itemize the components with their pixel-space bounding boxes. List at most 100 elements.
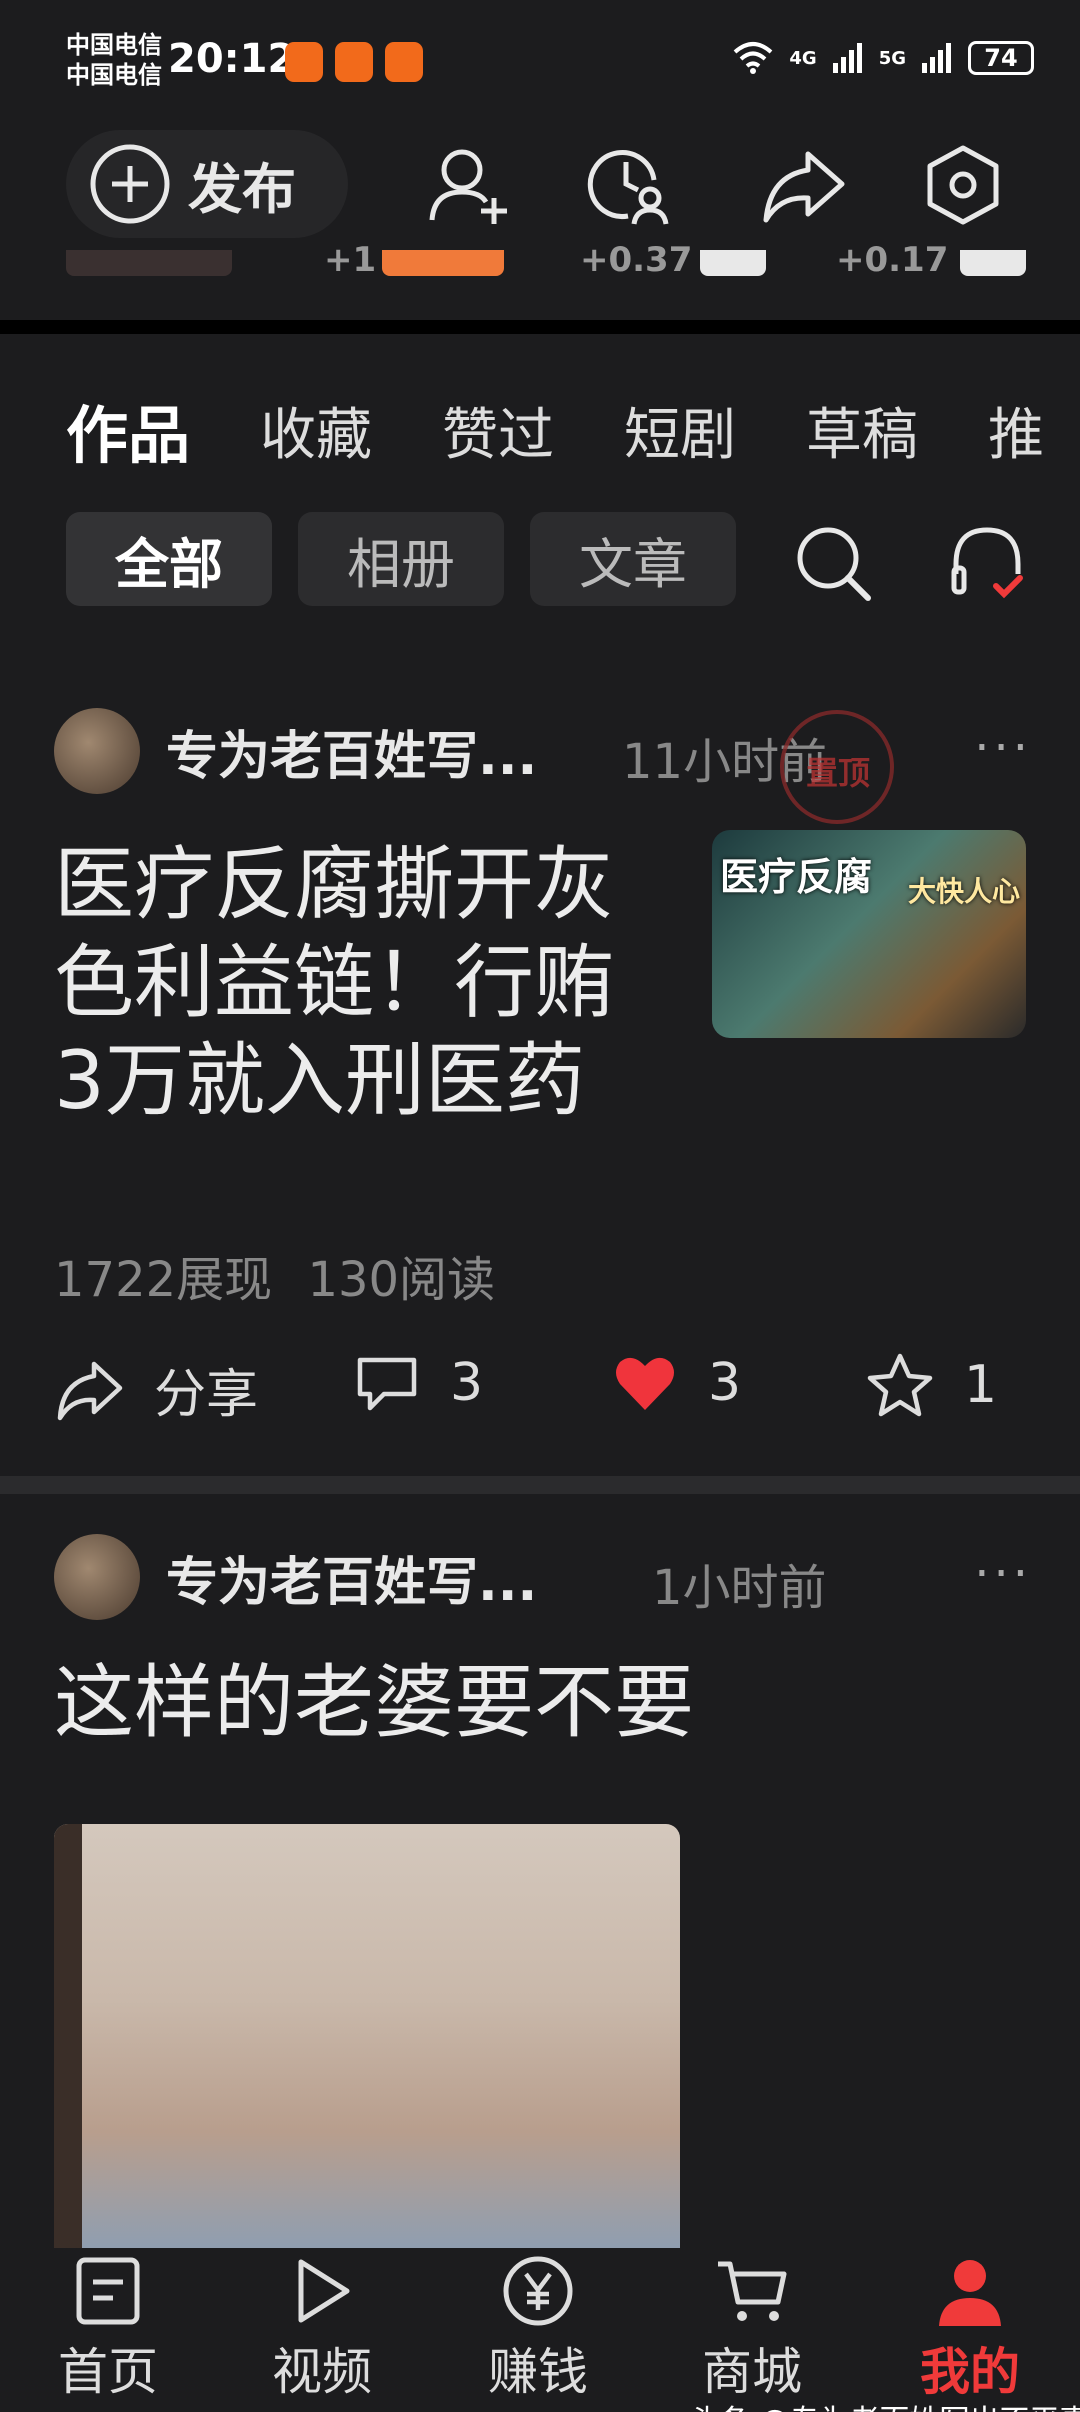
- nav-earn-label: 赚钱: [488, 2343, 588, 2401]
- peek-card: [700, 250, 766, 276]
- comment-count: 3: [450, 1353, 484, 1413]
- filter-chips: 全部 相册 文章: [66, 512, 736, 606]
- earnings-peek-strip: +1 +0.37 +0.17: [0, 240, 1080, 280]
- publish-label: 发布: [188, 157, 296, 221]
- post-title-line: 3万就入刑医药: [54, 1034, 585, 1127]
- post-thumbnail[interactable]: 医疗反腐 大快人心: [712, 830, 1026, 1038]
- peek-card: [960, 250, 1026, 276]
- headset-icon[interactable]: [944, 520, 1030, 606]
- search-icon[interactable]: [790, 520, 876, 606]
- notification-app-badges: [285, 42, 423, 82]
- carrier-1: 中国电信: [66, 31, 162, 59]
- avatar[interactable]: [54, 1534, 140, 1620]
- share-label: 分享: [154, 1365, 259, 1425]
- comment-button[interactable]: 3: [354, 1352, 483, 1414]
- status-bar: 中国电信 中国电信 20:12 4G 5G 74: [0, 0, 1080, 125]
- carrier-labels: 中国电信 中国电信: [66, 30, 162, 90]
- photo-edge: [54, 1824, 82, 2264]
- content-tabs: 作品 收藏 赞过 短剧 草稿 推: [66, 390, 1080, 472]
- star-icon: [867, 1353, 933, 1417]
- cart-icon: [718, 2261, 787, 2321]
- home-doc-icon: [76, 2257, 140, 2325]
- carrier-2: 中国电信: [66, 61, 162, 89]
- chip-album[interactable]: 相册: [298, 512, 504, 606]
- favorite-button[interactable]: 1: [866, 1352, 997, 1418]
- tab-works[interactable]: 作品: [66, 385, 190, 475]
- peek-card: [66, 250, 232, 276]
- impressions-count: 1722展现: [54, 1252, 273, 1308]
- nav-home[interactable]: 首页: [38, 2254, 178, 2404]
- settings-icon[interactable]: [918, 140, 1008, 230]
- app-notification-icon: [335, 42, 373, 82]
- signal-icon: [832, 43, 862, 73]
- profile-action-bar: 发布: [0, 128, 1080, 248]
- post-header: 专为老百姓写...: [54, 1534, 586, 1620]
- nav-me-label: 我的: [920, 2343, 1020, 2401]
- nav-video[interactable]: 视频: [252, 2254, 392, 2404]
- battery-indicator: 74: [968, 41, 1034, 75]
- nav-mall-label: 商城: [702, 2343, 802, 2401]
- reads-count: 130阅读: [307, 1252, 496, 1308]
- tab-liked[interactable]: 赞过: [442, 390, 554, 471]
- bottom-navigation: 首页 视频 赚钱 商城 我的: [0, 2248, 1080, 2412]
- pinned-seal: 置顶: [780, 710, 894, 824]
- peek-value: +0.37: [580, 240, 693, 280]
- tab-short-drama[interactable]: 短剧: [624, 390, 736, 471]
- add-friend-icon[interactable]: [424, 140, 514, 230]
- post-title[interactable]: 这样的老婆要不要: [54, 1654, 694, 1752]
- author-name[interactable]: 专为老百姓写...: [166, 714, 586, 789]
- post-card[interactable]: 专为老百姓写... 11小时前 置顶 ··· 医疗反腐撕开灰 色利益链！行贿 3…: [0, 700, 1080, 1470]
- like-button[interactable]: 3: [612, 1352, 741, 1414]
- post-header: 专为老百姓写...: [54, 708, 586, 794]
- favorite-count: 1: [964, 1355, 998, 1415]
- app-notification-icon: [285, 42, 323, 82]
- post-actions: 分享 3 3 1: [0, 1352, 1080, 1442]
- app-notification-icon: [385, 42, 423, 82]
- thumbnail-caption: 医疗反腐: [720, 855, 873, 899]
- nav-mall[interactable]: 商城: [682, 2254, 822, 2404]
- more-options-icon[interactable]: ···: [974, 1546, 1032, 1602]
- publish-button[interactable]: 发布: [66, 130, 348, 238]
- history-user-icon[interactable]: [584, 140, 674, 230]
- nav-me[interactable]: 我的: [900, 2254, 1040, 2404]
- comment-icon: [357, 1357, 417, 1411]
- nav-video-label: 视频: [272, 2343, 372, 2401]
- post-title-line: 色利益链！行贿: [54, 936, 614, 1029]
- heart-icon: [616, 1357, 674, 1410]
- network-5g-label: 5G: [878, 47, 906, 69]
- tab-drafts[interactable]: 草稿: [806, 390, 918, 471]
- play-icon: [298, 2259, 350, 2323]
- nav-earn[interactable]: 赚钱: [468, 2254, 608, 2404]
- avatar[interactable]: [54, 708, 140, 794]
- author-name[interactable]: 专为老百姓写...: [166, 1540, 586, 1615]
- share-button[interactable]: 分享: [54, 1352, 258, 1427]
- yuan-coin-icon: [503, 2256, 573, 2326]
- chip-articles[interactable]: 文章: [530, 512, 736, 606]
- post-title[interactable]: 医疗反腐撕开灰 色利益链！行贿 3万就入刑医药: [54, 836, 614, 1130]
- watermark: 头条 @专为老百姓写出不平事: [690, 2396, 1080, 2412]
- section-divider: [0, 320, 1080, 334]
- share-icon[interactable]: [758, 140, 848, 230]
- signal-icon: [922, 43, 951, 73]
- chip-all[interactable]: 全部: [66, 512, 272, 606]
- thumbnail-caption: 大快人心: [907, 875, 1020, 908]
- post-card[interactable]: 专为老百姓写... 1小时前 ··· 这样的老婆要不要: [0, 1534, 1080, 2264]
- nav-home-label: 首页: [58, 2343, 158, 2401]
- pinned-seal-text: 置顶: [806, 754, 871, 792]
- wifi-icon: [734, 42, 773, 74]
- user-icon: [939, 2260, 1001, 2326]
- post-time: 1小时前: [652, 1560, 827, 1616]
- status-clock: 20:12: [168, 36, 296, 82]
- more-options-icon[interactable]: ···: [974, 720, 1032, 776]
- plus-circle-icon: [90, 144, 170, 224]
- peek-card: [382, 250, 504, 276]
- post-separator: [0, 1476, 1080, 1494]
- post-photo[interactable]: [54, 1824, 680, 2264]
- tab-favorites[interactable]: 收藏: [260, 390, 372, 471]
- post-stats: 1722展现 130阅读: [54, 1240, 495, 1310]
- post-title-line: 医疗反腐撕开灰: [54, 838, 614, 931]
- system-icons: 4G 5G 74: [731, 40, 1034, 76]
- network-4g-label: 4G: [789, 47, 817, 69]
- like-count: 3: [708, 1353, 742, 1413]
- tab-promote[interactable]: 推: [988, 390, 1044, 471]
